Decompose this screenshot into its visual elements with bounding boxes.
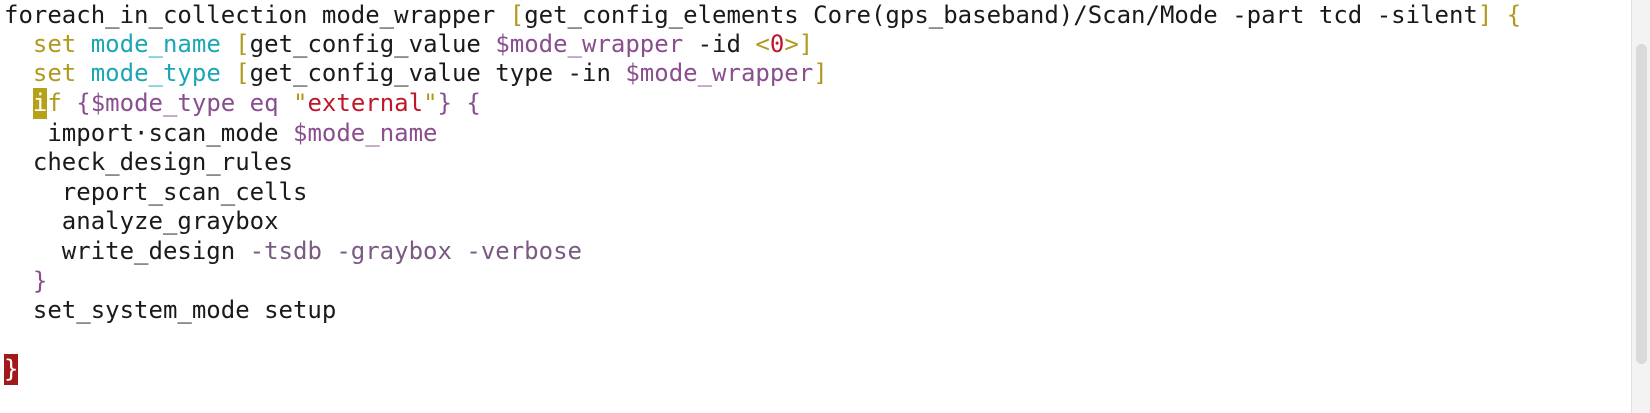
code-token: ] [1477,1,1493,29]
code-token: { [1492,1,1522,29]
code-line[interactable]: write_design -tsdb -graybox -verbose [4,236,582,267]
text-cursor: i [32,88,48,119]
code-token: mode_name [90,30,221,58]
code-token: analyze_graybox [4,207,279,235]
code-token: foreach_in_collection mode_wrapper [4,1,510,29]
code-token: $mode_wrapper [625,59,814,87]
code-token: } [32,267,48,295]
code-token: $mode_name [293,119,438,147]
code-line[interactable]: set mode_type [get_config_value type -in… [4,58,828,89]
code-token: check_design_rules [4,148,293,176]
code-editor[interactable]: foreach_in_collection mode_wrapper [get_… [0,0,1650,413]
code-token: set [32,59,77,87]
code-token: $mode_wrapper [495,30,684,58]
code-line[interactable]: set mode_name [get_config_value $mode_wr… [4,29,813,60]
code-token: " [423,89,438,117]
code-token: get_config_elements Core(gps_baseband)/S… [524,1,1478,29]
code-line[interactable]: } [4,354,19,385]
code-token: < [755,30,770,58]
code-token: mode_type [90,59,221,87]
code-token: set_system_mode setup [4,296,337,324]
code-token: write_design [4,237,250,265]
code-line[interactable]: if {$mode_type eq "external"} { [4,88,481,119]
code-line[interactable]: check_design_rules [4,147,293,178]
code-token: [ [235,30,250,58]
code-token: report_scan_cells [4,178,308,206]
code-token: -tsdb -graybox -verbose [249,237,582,265]
code-line[interactable]: } [4,266,47,297]
code-line[interactable]: set_system_mode setup [4,295,336,326]
code-line[interactable]: foreach_in_collection mode_wrapper [get_… [4,0,1521,31]
code-token: > [784,30,799,58]
code-token: set [32,30,77,58]
code-token: import [4,119,135,147]
vertical-scrollbar[interactable] [1631,0,1650,413]
code-token: 0 [769,30,785,58]
code-token: · [134,119,149,147]
code-token: " [293,89,308,117]
code-token: ] [798,30,814,58]
matching-brace-highlight: } [4,354,19,385]
code-token: external [307,89,424,117]
code-token: eq [235,89,294,117]
code-token: [ [235,59,250,87]
scrollbar-thumb[interactable] [1636,44,1647,364]
code-token: [ [509,1,525,29]
code-token: scan_mode [148,119,293,147]
code-line[interactable]: import·scan_mode $mode_name [4,118,438,149]
code-token: ] [813,59,828,87]
code-token: get_config_value type -in [249,59,626,87]
code-token: -id [683,30,756,58]
code-token: } { [437,89,481,117]
code-line[interactable]: report_scan_cells [4,177,308,208]
code-token: f [47,89,62,117]
code-token: { [61,89,91,117]
code-token: get_config_value [249,30,496,58]
code-token: $mode_type [90,89,236,117]
code-line[interactable]: analyze_graybox [4,206,279,237]
